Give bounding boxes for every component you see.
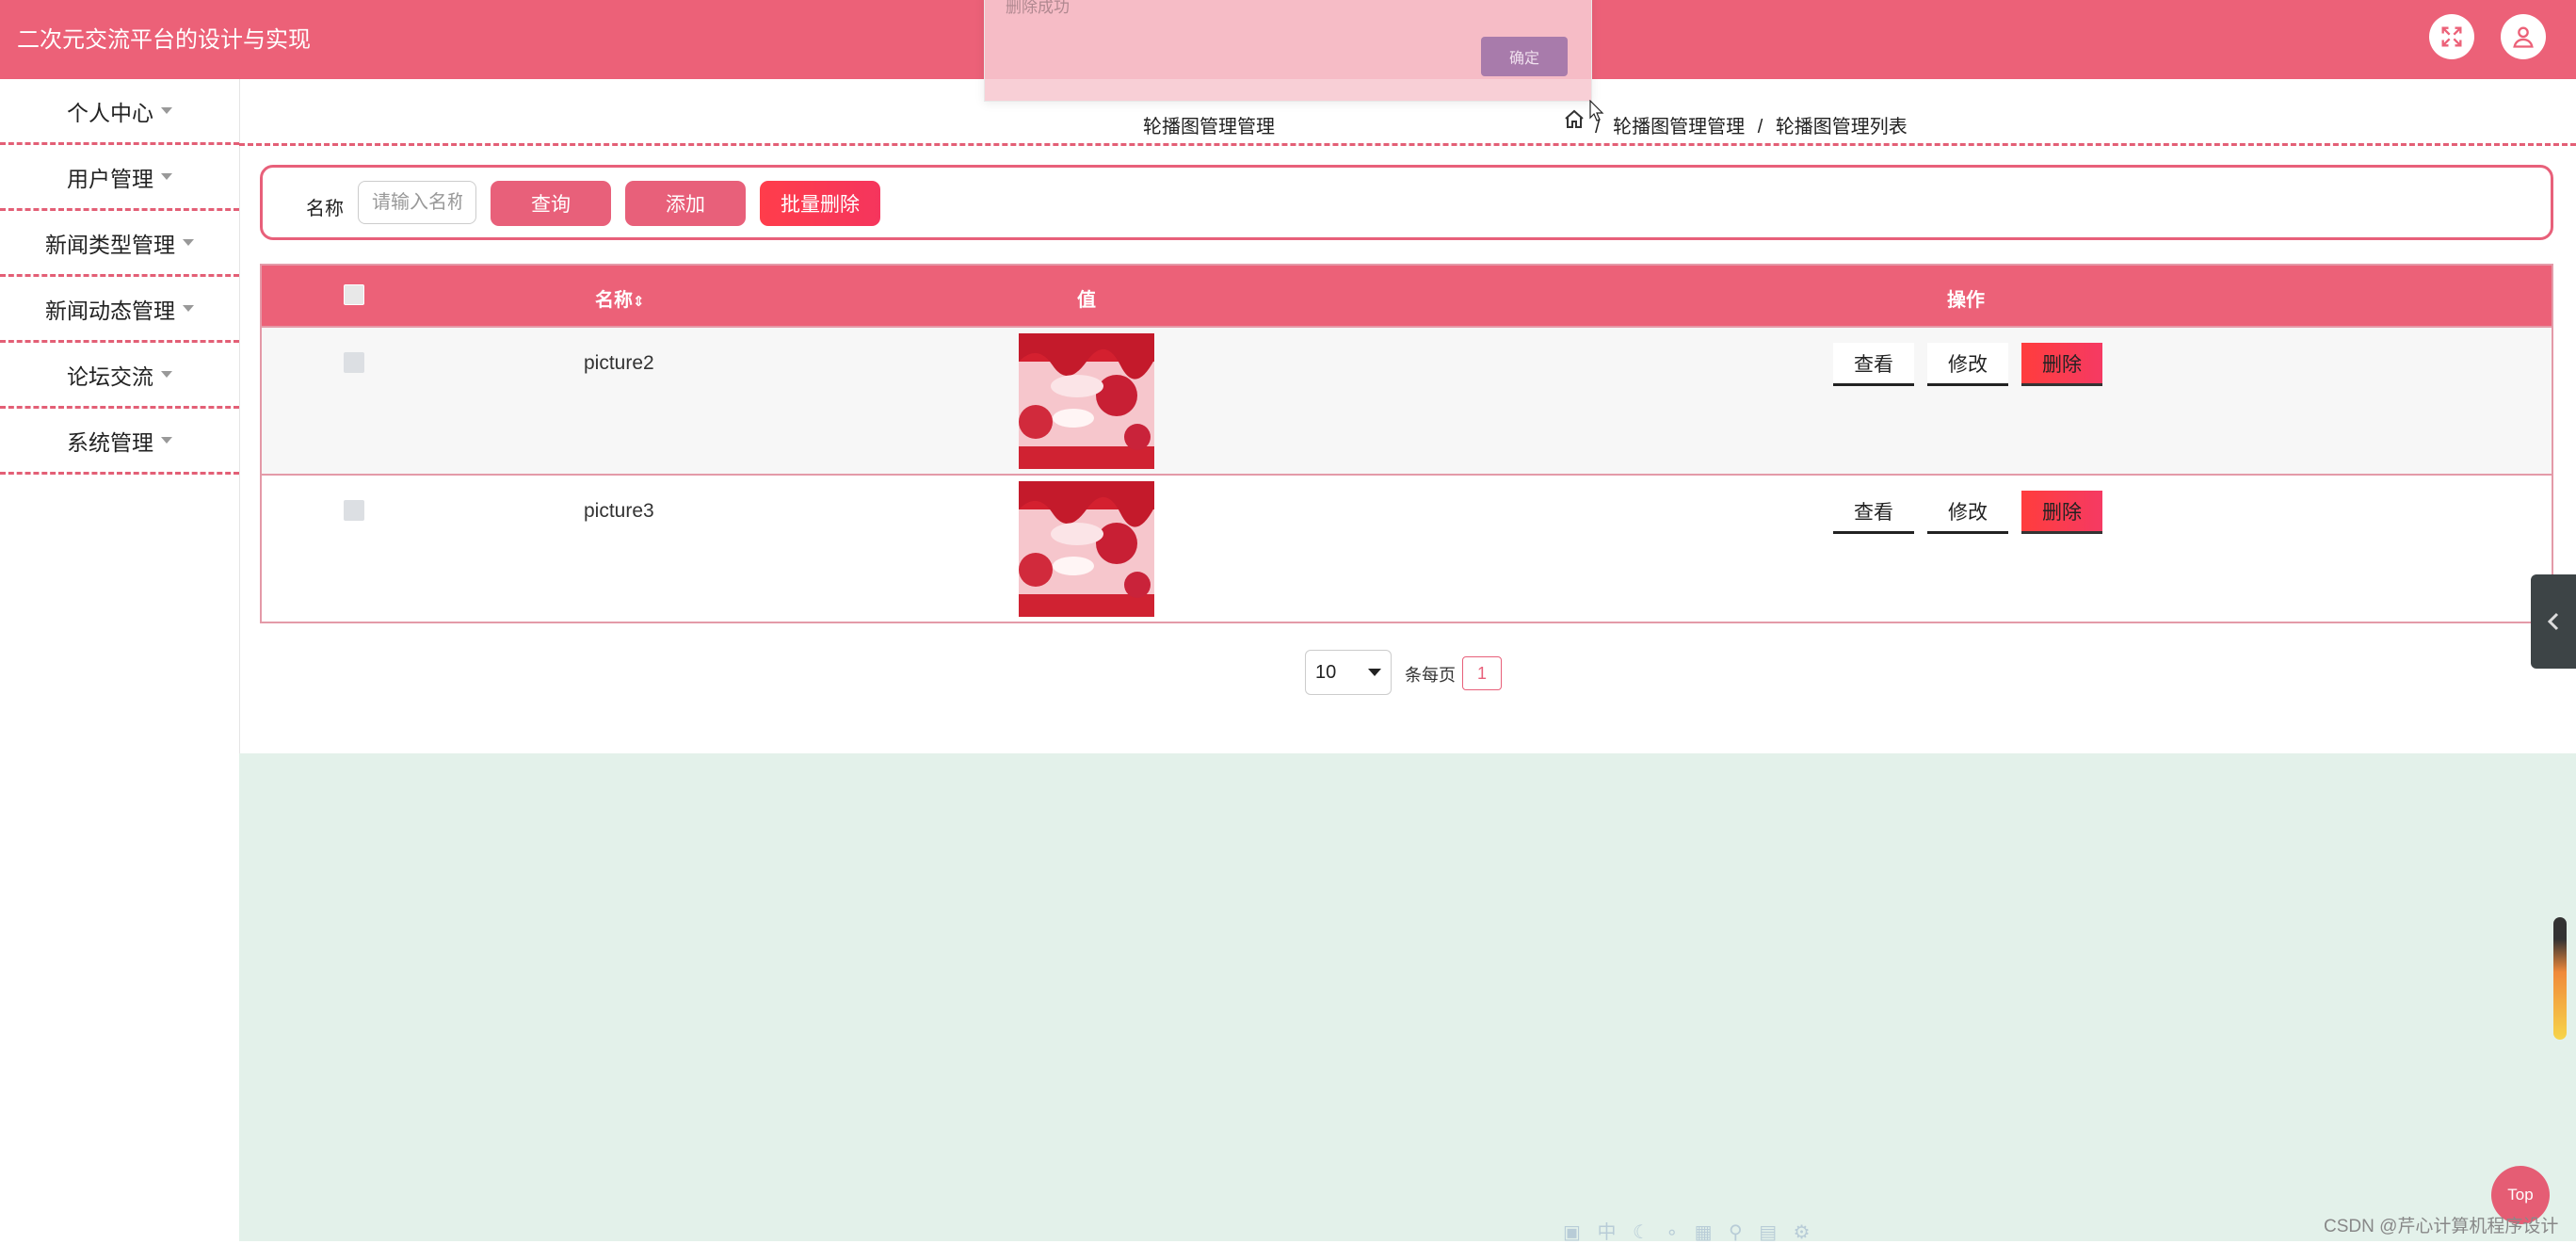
sidebar-item-label: 新闻类型管理	[45, 232, 175, 257]
caret-down-icon	[183, 239, 194, 246]
edit-button[interactable]: 修改	[1927, 343, 2008, 386]
sidebar-item-label: 个人中心	[67, 100, 153, 125]
home-icon[interactable]	[1563, 108, 1586, 131]
user-button[interactable]	[2501, 14, 2546, 59]
breadcrumb-item-current: 轮播图管理列表	[1775, 117, 1908, 137]
fullscreen-button[interactable]	[2429, 14, 2474, 59]
sort-icon[interactable]: ⇕	[633, 294, 645, 310]
page-title: 轮播图管理管理	[1143, 117, 1275, 137]
confirm-button[interactable]: 确定	[1481, 37, 1568, 76]
mouse-cursor-icon	[1589, 100, 1604, 121]
watermark: CSDN @芹心计算机程序设计	[2324, 1217, 2559, 1236]
name-search-input[interactable]	[358, 181, 476, 224]
carousel-image-thumbnail	[1019, 481, 1154, 617]
page-size-value: 10	[1315, 661, 1337, 683]
select-all-checkbox[interactable]	[344, 284, 364, 305]
page-size-select[interactable]: 10	[1305, 650, 1392, 695]
app-title: 二次元交流平台的设计与实现	[17, 27, 311, 53]
caret-down-icon	[161, 437, 172, 444]
sidebar-item-forum[interactable]: 论坛交流	[0, 343, 239, 409]
sidebar-item-personal-center[interactable]: 个人中心	[0, 79, 239, 145]
edit-button[interactable]: 修改	[1927, 491, 2008, 534]
sidebar-item-system-management[interactable]: 系统管理	[0, 409, 239, 475]
row-name: picture2	[584, 352, 654, 374]
batch-delete-button[interactable]: 批量删除	[760, 181, 880, 226]
sidebar-item-label: 论坛交流	[67, 364, 153, 389]
column-header-value: 值	[1077, 290, 1096, 311]
caret-down-icon	[161, 371, 172, 378]
row-checkbox[interactable]	[344, 352, 364, 373]
sidebar-item-label: 用户管理	[67, 166, 153, 191]
sidebar: 个人中心 用户管理 新闻类型管理 新闻动态管理 论坛交流 系统管理	[0, 79, 240, 1241]
table-row: picture3 查看 修改 删除	[262, 474, 2552, 622]
column-header-ops: 操作	[1947, 290, 1985, 311]
sidebar-item-news-type-management[interactable]: 新闻类型管理	[0, 211, 239, 277]
data-table: 名称⇕ 值 操作 picture2 查看 修改 删除 picture3 查看 修…	[260, 264, 2553, 623]
carousel-image-thumbnail	[1019, 333, 1154, 469]
view-button[interactable]: 查看	[1833, 491, 1914, 534]
query-button[interactable]: 查询	[491, 181, 611, 226]
table-row: picture2 查看 修改 删除	[262, 326, 2552, 474]
breadcrumb-item[interactable]: 轮播图管理管理	[1613, 117, 1745, 137]
page-number-button[interactable]: 1	[1462, 656, 1502, 690]
breadcrumb-separator: /	[1757, 117, 1763, 137]
content-background	[239, 753, 2576, 1241]
search-form: 名称 查询 添加 批量删除	[260, 165, 2553, 240]
delete-button[interactable]: 删除	[2021, 491, 2102, 534]
chevron-down-icon	[1368, 669, 1381, 676]
sidebar-item-label: 新闻动态管理	[45, 298, 175, 323]
row-name: picture3	[584, 500, 654, 522]
table-header: 名称⇕ 值 操作	[262, 266, 2552, 326]
caret-down-icon	[183, 305, 194, 312]
caret-down-icon	[161, 173, 172, 180]
breadcrumb-path: / 轮播图管理管理 / 轮播图管理列表	[1591, 111, 1911, 138]
sidebar-item-user-management[interactable]: 用户管理	[0, 145, 239, 211]
name-label: 名称	[306, 199, 344, 219]
message-box: 删除成功 确定	[984, 0, 1592, 102]
sidebar-item-label: 系统管理	[67, 429, 153, 455]
ime-toolbar: ▣ 中 ☾ ∘ ▦ ⚲ ▤ ⚙	[1563, 1222, 1816, 1243]
side-panel-toggle[interactable]	[2531, 574, 2576, 669]
row-checkbox[interactable]	[344, 500, 364, 521]
caret-down-icon	[161, 107, 172, 114]
message-text: 删除成功	[1006, 0, 1070, 16]
per-page-label: 条每页	[1405, 666, 1456, 685]
sidebar-item-news-management[interactable]: 新闻动态管理	[0, 277, 239, 343]
expand-icon	[2441, 26, 2462, 47]
user-icon	[2513, 26, 2534, 48]
column-header-name[interactable]: 名称⇕	[595, 284, 645, 312]
add-button[interactable]: 添加	[625, 181, 746, 226]
chevron-left-icon	[2547, 612, 2559, 631]
scroll-indicator	[2553, 917, 2567, 1040]
view-button[interactable]: 查看	[1833, 343, 1914, 386]
delete-button[interactable]: 删除	[2021, 343, 2102, 386]
